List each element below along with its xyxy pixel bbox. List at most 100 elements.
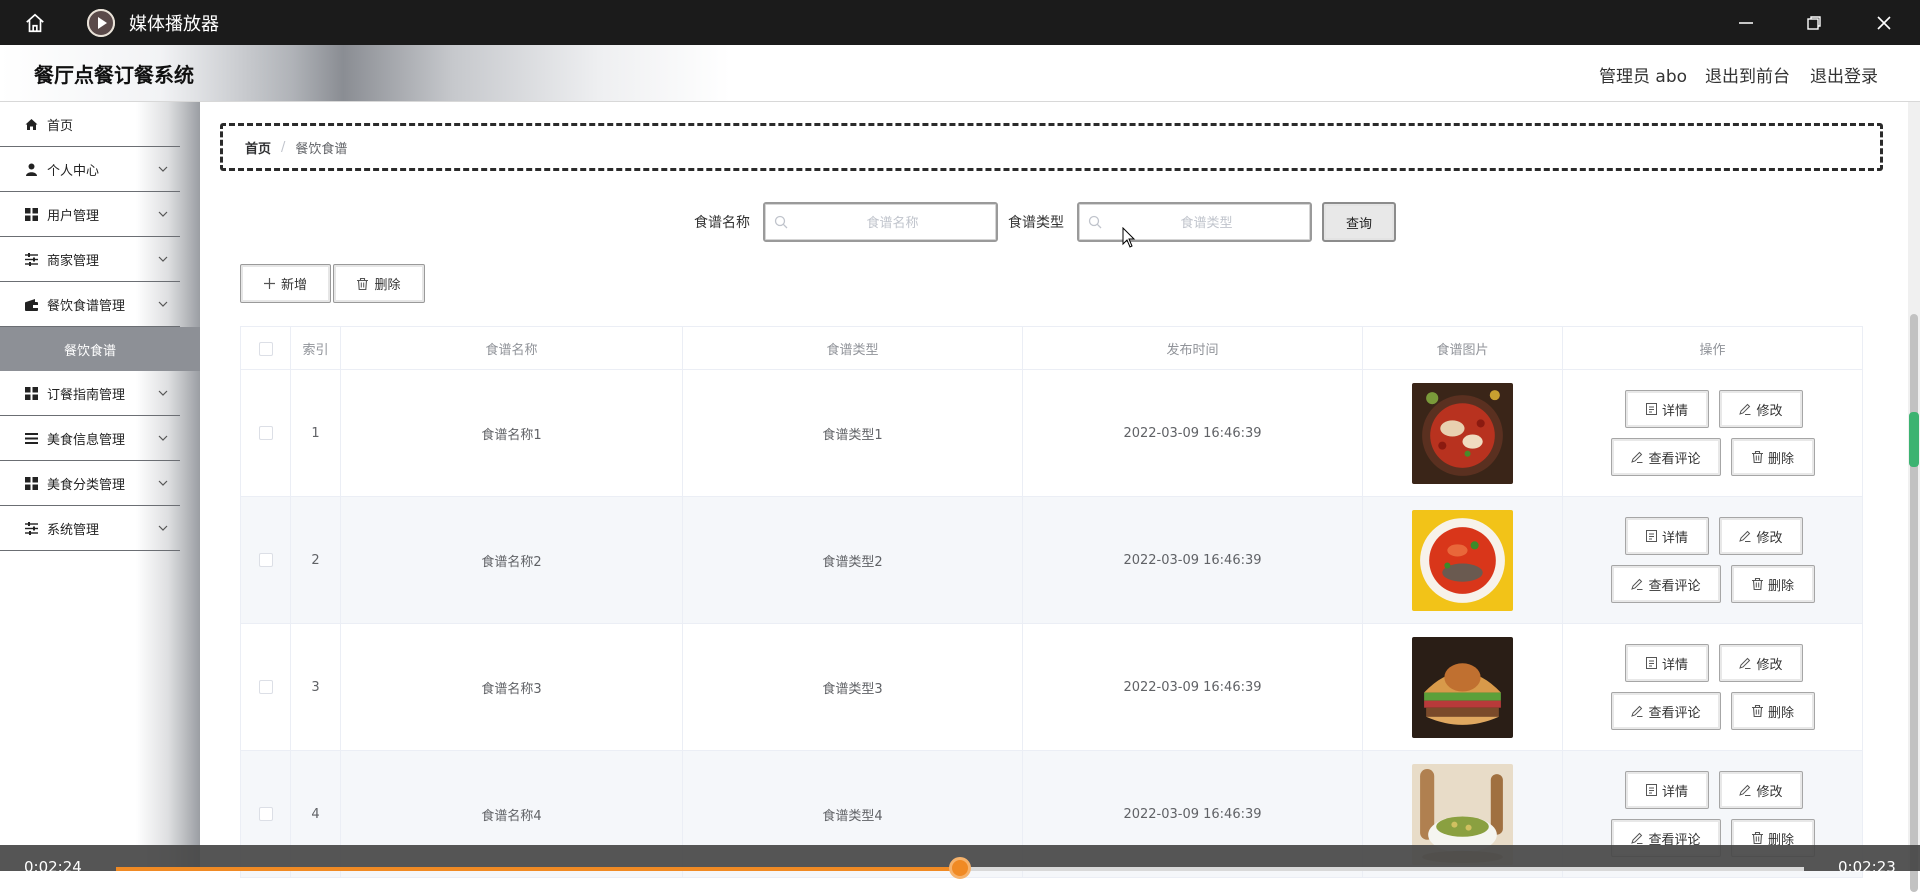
edit-icon — [1631, 832, 1643, 844]
home-icon — [26, 13, 44, 32]
recipe-type-input[interactable] — [1109, 208, 1304, 238]
row-name: 食谱名称2 — [341, 497, 683, 623]
chevron-down-icon — [158, 301, 168, 307]
detail-label: 详情 — [1661, 784, 1688, 800]
home-button[interactable] — [0, 0, 70, 45]
seek-handle[interactable] — [949, 857, 971, 879]
edit-label: 修改 — [1756, 403, 1783, 419]
view-comments-button[interactable]: 查看评论 — [1611, 438, 1721, 476]
detail-button[interactable]: 详情 — [1625, 771, 1709, 809]
player-title-bar: 媒体播放器 — [0, 0, 1920, 45]
edit-icon — [1739, 784, 1751, 796]
table-row: 3 食谱名称3 食谱类型3 2022-03-09 16:46:39 详情 修改 … — [240, 624, 1863, 751]
row-name: 食谱名称3 — [341, 624, 683, 750]
search-icon — [774, 215, 788, 229]
logout-link[interactable]: 退出登录 — [1810, 62, 1878, 87]
app-title: 媒体播放器 — [129, 13, 219, 35]
player-controls: 0:02:24 0:02:23 — [0, 845, 1920, 879]
edit-button[interactable]: 修改 — [1719, 644, 1803, 682]
delete-label: 删除 — [1767, 578, 1794, 594]
recipe-name-input[interactable] — [795, 208, 990, 238]
recipe-name-label: 食谱名称 — [694, 215, 750, 231]
plus-icon — [263, 278, 275, 289]
minimize-icon — [1739, 21, 1753, 24]
delete-button[interactable]: 删除 — [1731, 438, 1815, 476]
chevron-down-icon — [158, 166, 168, 172]
front-link[interactable]: 退出到前台 — [1705, 62, 1790, 87]
detail-button[interactable]: 详情 — [1625, 644, 1709, 682]
view-comments-button[interactable]: 查看评论 — [1611, 692, 1721, 730]
query-button[interactable]: 查询 — [1322, 202, 1396, 242]
elapsed-time: 0:02:24 — [24, 858, 82, 876]
edit-button[interactable]: 修改 — [1719, 771, 1803, 809]
column-header: 发布时间 — [1023, 327, 1363, 370]
scrollbar-thumb[interactable] — [1910, 314, 1918, 892]
sidebar-item-food-category[interactable]: 美食分类管理 — [0, 461, 180, 506]
user-icon — [25, 163, 38, 176]
column-header: 食谱图片 — [1363, 327, 1563, 370]
seek-progress — [116, 867, 960, 871]
batch-delete-button[interactable]: 删除 — [333, 264, 425, 303]
list-icon — [25, 432, 38, 445]
admin-user: 管理员 abo — [1599, 67, 1688, 87]
minimize-button[interactable] — [1712, 0, 1780, 45]
app-header: 餐厅点餐订餐系统 管理员 abo 退出到前台 退出登录 — [0, 45, 1920, 102]
add-button-label: 新增 — [280, 278, 307, 293]
sidebar-item-order-guide[interactable]: 订餐指南管理 — [0, 371, 180, 416]
sidebar-item-users[interactable]: 用户管理 — [0, 192, 180, 237]
document-icon — [1645, 530, 1657, 542]
delete-button[interactable]: 删除 — [1731, 565, 1815, 603]
sidebar-item-label: 个人中心 — [47, 163, 100, 179]
add-button[interactable]: 新增 — [240, 264, 331, 303]
sidebar-item-personal[interactable]: 个人中心 — [0, 147, 180, 192]
row-ops-cell: 详情 修改 查看评论 删除 — [1563, 497, 1862, 623]
sidebar-item-recipe-management[interactable]: 餐饮食谱管理 — [0, 282, 180, 327]
sliders-icon — [25, 521, 38, 535]
close-icon — [1877, 15, 1891, 30]
column-header: 操作 — [1699, 343, 1726, 358]
restore-button[interactable] — [1780, 0, 1848, 45]
sidebar-item-food-info[interactable]: 美食信息管理 — [0, 416, 180, 461]
view-comments-button[interactable]: 查看评论 — [1611, 565, 1721, 603]
recipe-name-search-field[interactable] — [763, 202, 998, 242]
recipe-type-search-field[interactable] — [1077, 202, 1312, 242]
edit-button[interactable]: 修改 — [1719, 390, 1803, 428]
sliders-icon — [25, 252, 38, 266]
wallet-icon — [25, 298, 38, 311]
table-row: 2 食谱名称2 食谱类型2 2022-03-09 16:46:39 详情 修改 … — [240, 497, 1863, 624]
row-image-cell — [1363, 370, 1563, 496]
row-time: 2022-03-09 16:46:39 — [1023, 370, 1363, 496]
system-title: 餐厅点餐订餐系统 — [34, 63, 194, 87]
detail-button[interactable]: 详情 — [1625, 390, 1709, 428]
edit-icon — [1631, 451, 1643, 463]
breadcrumb-home[interactable]: 首页 — [245, 138, 271, 157]
recipe-image[interactable] — [1412, 636, 1513, 738]
row-name: 食谱名称1 — [341, 370, 683, 496]
edit-label: 修改 — [1756, 657, 1783, 673]
recipe-image[interactable] — [1412, 382, 1513, 484]
sidebar-subitem-recipes[interactable]: 餐饮食谱 — [0, 327, 200, 371]
sidebar-item-merchants[interactable]: 商家管理 — [0, 237, 180, 282]
row-checkbox[interactable] — [258, 426, 273, 440]
vertical-scrollbar[interactable] — [1908, 102, 1920, 892]
breadcrumb-current: 餐饮食谱 — [295, 141, 348, 157]
select-all-checkbox[interactable] — [258, 341, 273, 356]
edit-button[interactable]: 修改 — [1719, 517, 1803, 555]
row-checkbox[interactable] — [258, 680, 273, 694]
sidebar-item-label: 用户管理 — [47, 208, 100, 224]
row-checkbox[interactable] — [258, 807, 273, 821]
breadcrumb: 首页 / 餐饮食谱 — [220, 123, 1883, 171]
detail-button[interactable]: 详情 — [1625, 517, 1709, 555]
row-select-cell — [241, 370, 291, 496]
mouse-cursor-icon — [1122, 227, 1136, 248]
row-index: 2 — [291, 497, 341, 623]
trash-icon — [1751, 705, 1763, 717]
close-button[interactable] — [1850, 0, 1918, 45]
sidebar-item-label: 订餐指南管理 — [47, 387, 126, 403]
sidebar-item-system[interactable]: 系统管理 — [0, 506, 180, 551]
document-icon — [1645, 657, 1657, 669]
delete-button[interactable]: 删除 — [1731, 692, 1815, 730]
row-checkbox[interactable] — [258, 553, 273, 567]
recipe-image[interactable] — [1412, 509, 1513, 611]
sidebar-item-home[interactable]: 首页 — [0, 102, 180, 147]
